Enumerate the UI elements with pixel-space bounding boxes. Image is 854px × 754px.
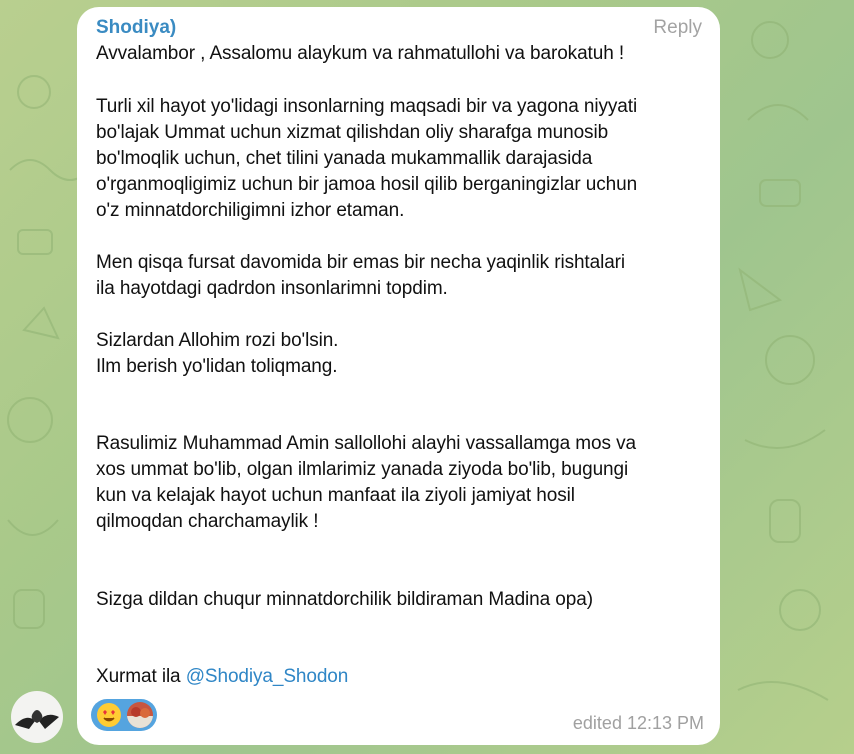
message-line: Avvalambor , Assalomu alaykum va rahmatu…: [96, 43, 625, 64]
message-line: Men qisqa fursat davomida bir emas bir n…: [96, 252, 626, 273]
edited-timestamp: edited 12:13 PM: [572, 713, 704, 733]
signature-line: Xurmat ila @Shodiya_Shodon: [96, 666, 348, 688]
message-line: Turli xil hayot yo'lidagi insonlarning m…: [96, 96, 638, 117]
message-line: o'z minnatdorchiligimni izhor etaman.: [96, 200, 405, 221]
heart-eyes-emoji-icon: [97, 703, 121, 727]
sender-name[interactable]: Shodiya): [96, 17, 176, 39]
message-line: xos ummat bo'lib, olgan ilmlarimiz yanad…: [96, 459, 629, 480]
message-line: Sizlardan Allohim rozi bo'lsin.: [96, 330, 339, 351]
mention-link[interactable]: @Shodiya_Shodon: [186, 666, 349, 687]
message-line: kun va kelajak hayot uchun manfaat ila z…: [96, 485, 575, 506]
message-line: ila hayotdagi qadrdon insonlarimni topdi…: [96, 278, 448, 299]
reply-button[interactable]: Reply: [653, 17, 702, 39]
message-line: Rasulimiz Muhammad Amin sallollohi alayh…: [96, 433, 636, 454]
reaction-pill[interactable]: [91, 699, 157, 731]
hands-heart-icon: [15, 710, 59, 729]
message-line: o'rganmoqligimiz uchun bir jamoa hosil q…: [96, 174, 638, 195]
message-line: Sizga dildan chuqur minnatdorchilik bild…: [96, 589, 593, 610]
message-bubble[interactable]: Shodiya) Reply Avvalambor , Assalomu ala…: [77, 7, 720, 745]
message-line: bo'lmoqlik uchun, chet tilini yanada muk…: [96, 148, 593, 169]
message-line: Ilm berish yo'lidan toliqmang.: [96, 356, 338, 377]
reactor-avatar: [127, 702, 153, 728]
message-line: bo'lajak Ummat uchun xizmat qilishdan ol…: [96, 122, 609, 143]
message-line: qilmoqdan charchamaylik !: [96, 511, 319, 532]
signature-prefix: Xurmat ila: [96, 666, 186, 687]
sender-avatar[interactable]: [11, 691, 63, 743]
